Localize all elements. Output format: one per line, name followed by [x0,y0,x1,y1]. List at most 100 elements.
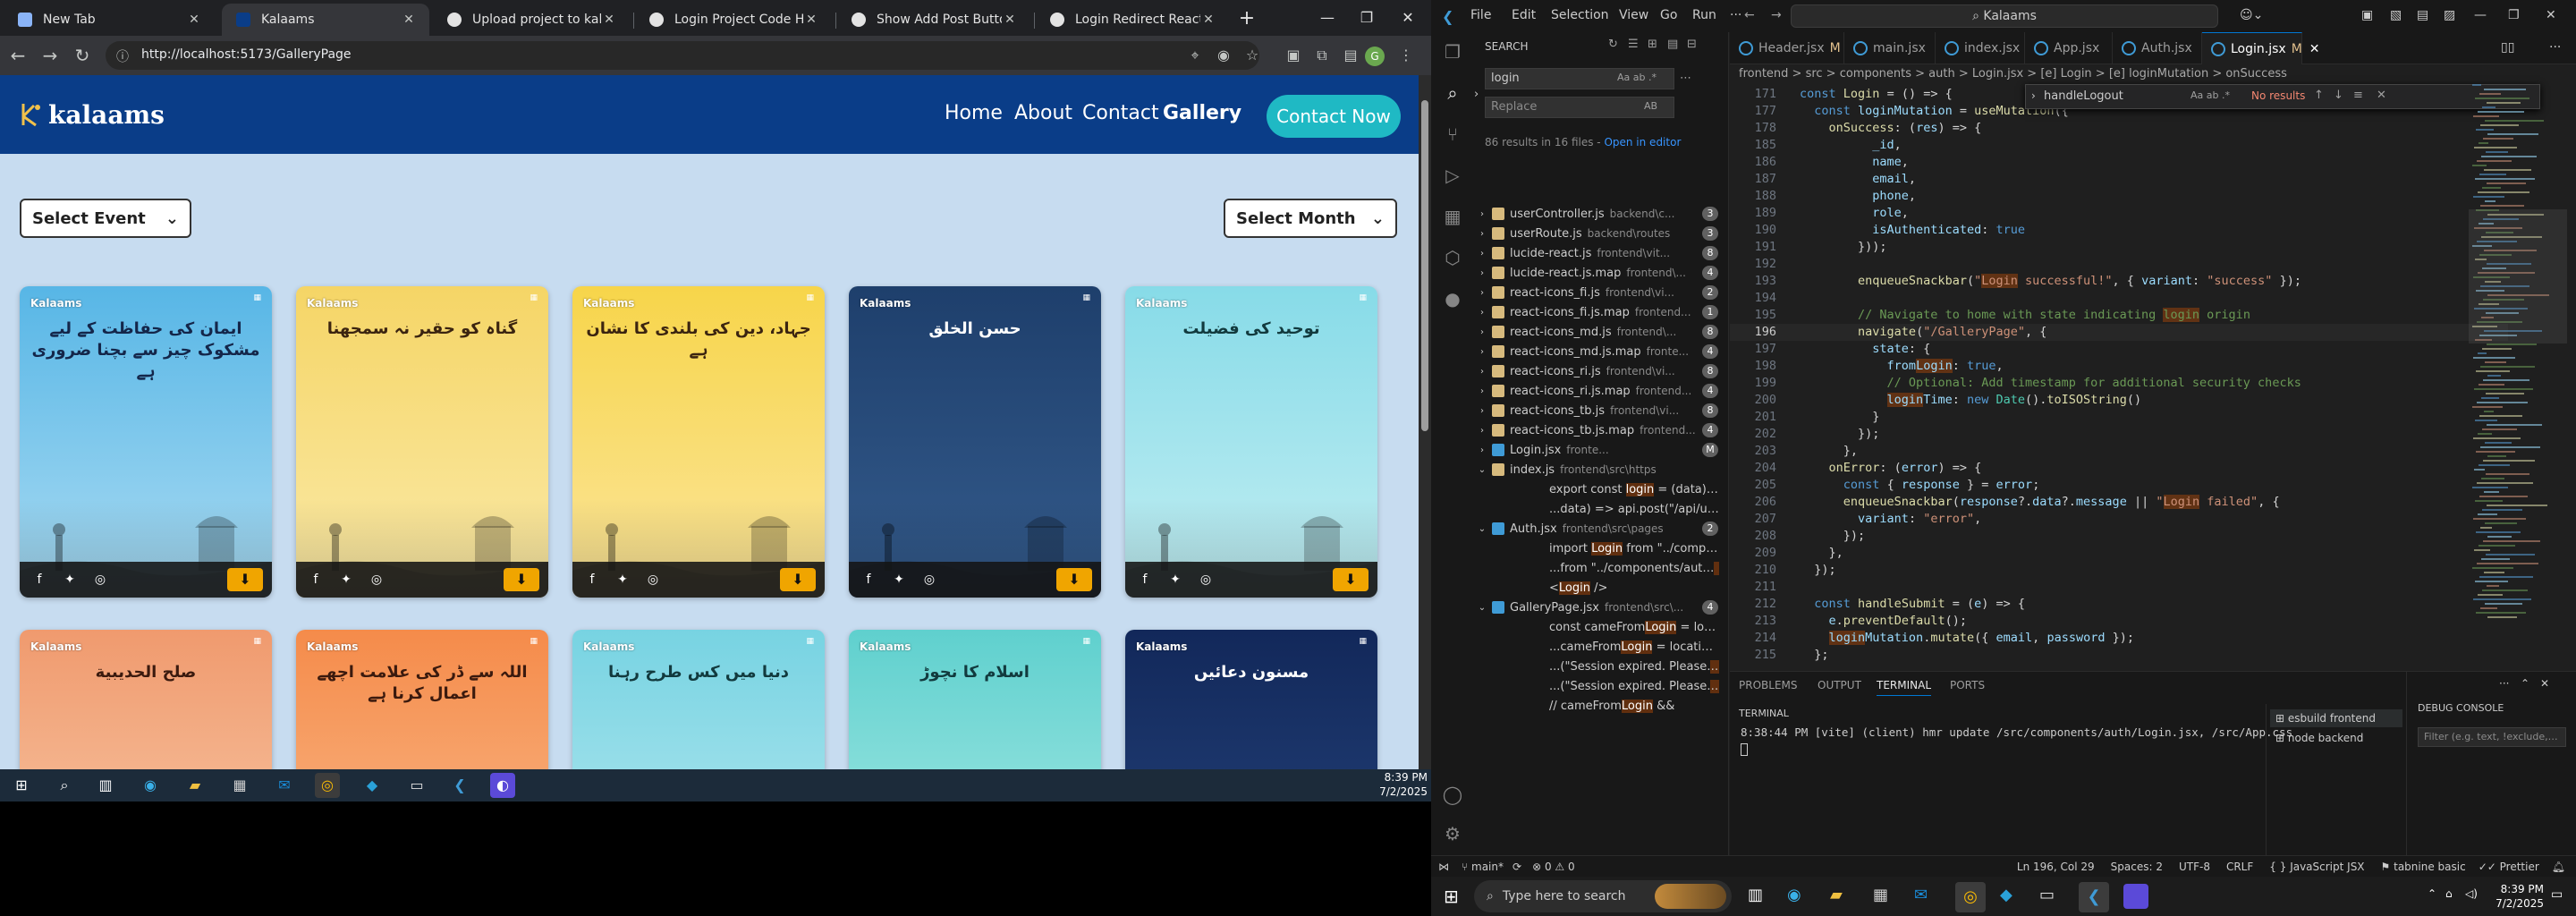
nav-back-icon[interactable]: ← [1744,8,1755,22]
back-button[interactable]: ← [5,43,30,68]
menu-edit[interactable]: Edit [1512,8,1536,22]
gallery-card[interactable]: Kalaams ▦ گناہ کو حقیر نہ سمجھنا f ✦ ◎ ⬇ [296,286,548,598]
remote-indicator-icon[interactable]: ⋈ [1438,861,1449,873]
debug-filter-input[interactable]: Filter (e.g. text, !exclude, \esc... [2418,727,2566,747]
download-button[interactable]: ⬇ [1056,568,1092,591]
notification-center-icon[interactable]: ▭ [2551,887,2563,902]
close-icon[interactable]: ✕ [401,13,417,27]
tabnine-status[interactable]: ⚑ tabnine basic [2381,861,2466,873]
search-result-file[interactable]: › react-icons_ri.js frontend\vi... 8 [1474,361,1729,381]
open-in-editor-link[interactable]: Open in editor [1604,136,1681,148]
code-line[interactable]: 215 }; [1730,647,2508,664]
menu-kebab-icon[interactable]: ⋮ [1395,45,1417,66]
refresh-icon[interactable]: ↻ [1608,38,1618,51]
store-icon[interactable]: ▦ [1873,886,1888,904]
network-icon[interactable]: ⌂ [2445,887,2453,900]
code-line[interactable]: 194 [1730,290,2508,307]
sidebar-panel-icon[interactable]: ▤ [1340,45,1361,66]
code-line[interactable]: 199 // Optional: Add timestamp for addit… [1730,375,2508,392]
minimize-button[interactable]: — [2474,8,2487,22]
twitter-icon[interactable]: ✦ [888,569,910,590]
code-line[interactable]: 214 loginMutation.mutate({ email, passwo… [1730,630,2508,647]
menu-go[interactable]: Go [1660,8,1677,22]
download-button[interactable]: ⬇ [780,568,816,591]
instagram-icon[interactable]: ◎ [642,569,664,590]
task-view-icon[interactable]: ▥ [93,773,118,798]
instagram-icon[interactable]: ◎ [366,569,387,590]
toggle-secondary-icon[interactable]: ▨ [2444,8,2455,22]
cursor-position[interactable]: Ln 196, Col 29 [2017,861,2095,873]
branch-indicator[interactable]: ⑂ main* [1462,861,1504,873]
tab-upload-project[interactable]: Upload project to kalams.org ✕ [433,4,630,36]
clear-results-icon[interactable]: ☰ [1628,38,1639,51]
mail-icon[interactable]: ✉ [1914,886,1928,904]
file-explorer-icon[interactable]: ▰ [1830,886,1843,904]
chrome-taskbar-icon[interactable]: ◎ [315,773,340,798]
url-text[interactable]: http://localhost:5173/GalleryPage [141,47,352,62]
code-line[interactable]: 204 onError: (error) => { [1730,460,2508,477]
nav-about[interactable]: About [1014,102,1072,124]
prev-match-icon[interactable]: ↑ [2314,89,2324,102]
search-result-file[interactable]: ⌄ index.js frontend\src\https [1474,460,1729,479]
chevron-right-icon[interactable]: › [1474,268,1490,278]
extensions-icon[interactable]: ▦ [1440,204,1465,229]
search-match-line[interactable]: ...data) => api.post("/api/user/login"..… [1474,499,1729,519]
menu-selection[interactable]: Selection [1551,8,1609,22]
edge-icon[interactable]: ◉ [1787,886,1801,904]
chevron-right-icon[interactable]: › [1474,347,1490,357]
terminal-area[interactable]: TERMINAL 8:38:44 PM [vite] (client) hmr … [1730,704,2292,856]
code-line[interactable]: 209 }, [1730,545,2508,562]
close-icon[interactable]: ✕ [803,13,819,27]
app-icon[interactable]: ◆ [360,773,385,798]
twitter-icon[interactable]: ✦ [335,569,357,590]
chrome-taskbar-icon[interactable]: ◎ [1955,882,1986,912]
search-match-line[interactable]: // cameFromLogin && [1474,696,1729,716]
chevron-right-icon[interactable]: › [1474,367,1490,377]
search-result-file[interactable]: › react-icons_fi.js.map frontend... 1 [1474,302,1729,322]
search-match-line[interactable]: ...cameFromLogin = location.state... [1474,637,1729,657]
remote-icon[interactable]: ⬡ [1440,245,1465,270]
close-icon[interactable]: ✕ [1002,13,1018,27]
settings-gear-icon[interactable]: ⚙ [1440,821,1465,846]
twitter-icon[interactable]: ✦ [612,569,633,590]
search-match-line[interactable]: <Login /> [1474,578,1729,598]
nav-home[interactable]: Home [945,102,1003,124]
new-search-editor-icon[interactable]: ⊞ [1648,38,1657,51]
page-scrollbar-thumb[interactable] [1421,100,1428,431]
chevron-right-icon[interactable]: › [1474,209,1490,219]
tray-chevron-icon[interactable]: ⌃ [2428,887,2436,900]
chevron-right-icon[interactable]: › [1474,249,1490,259]
app-icon[interactable]: ◆ [2000,886,2012,904]
toggle-panel-icon[interactable]: ▤ [2417,8,2428,22]
tab-kalaams[interactable]: Kalaams ✕ [222,4,429,36]
code-line[interactable]: 200 loginTime: new Date().toISOString() [1730,392,2508,409]
editor-tab[interactable]: Login.jsx M ✕ [2202,32,2320,64]
instagram-icon[interactable]: ◎ [919,569,940,590]
search-result-file[interactable]: › userController.js backend\c... 3 [1474,204,1729,224]
tab-problems[interactable]: PROBLEMS [1739,679,1798,691]
sync-icon[interactable]: ⟳ [1513,861,1521,873]
terminal-item-frontend[interactable]: ⊞ esbuild frontend [2270,709,2402,727]
select-event-dropdown[interactable]: Select Event ⌄ [20,199,191,238]
select-month-dropdown[interactable]: Select Month ⌄ [1224,199,1397,238]
eye-off-icon[interactable]: ◉ [1213,45,1234,66]
windows-start-icon[interactable]: ⊞ [9,773,34,798]
nav-contact[interactable]: Contact [1082,102,1159,124]
menu-file[interactable]: File [1470,8,1491,22]
code-line[interactable]: 190 isAuthenticated: true [1730,222,2508,239]
puzzle-icon[interactable]: ⧉ [1311,45,1333,66]
code-line[interactable]: 178 onSuccess: (res) => { [1730,120,2508,137]
extension-icon[interactable]: ▣ [1283,45,1304,66]
code-line[interactable]: 210 }); [1730,562,2508,579]
task-view-icon[interactable]: ▥ [1748,886,1763,904]
close-icon[interactable]: ✕ [186,13,202,27]
code-line[interactable]: 185 _id, [1730,137,2508,154]
search-result-file[interactable]: › lucide-react.js frontend\vit... 8 [1474,243,1729,263]
code-line[interactable]: 186 name, [1730,154,2508,171]
account-icon[interactable]: ◯ [1440,782,1465,807]
search-match-line[interactable]: ...from "../components/auth/Login"; [1474,558,1729,578]
search-result-file[interactable]: › userRoute.js backend\routes 3 [1474,224,1729,243]
replace-all-icon[interactable]: ⋯ [1680,72,1691,85]
copilot-icon[interactable]: ☺⌄ [2240,8,2263,22]
reload-button[interactable]: ↻ [70,43,95,68]
